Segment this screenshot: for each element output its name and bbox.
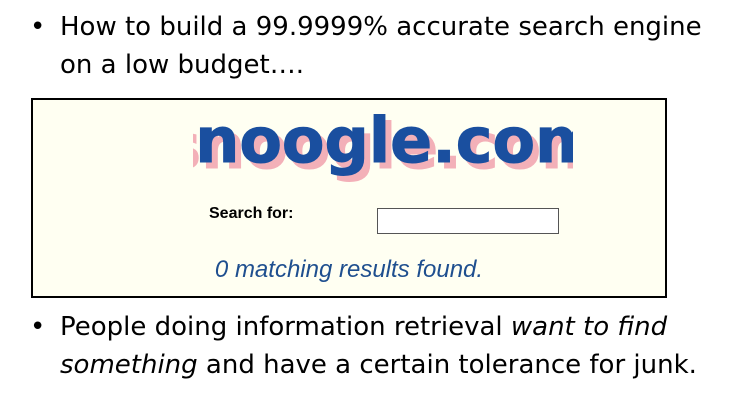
logo-text: snoogle.com (193, 104, 573, 177)
bullet-point: • People doing information retrieval wan… (30, 308, 730, 384)
bullet-text-post: and have a certain tolerance for junk. (197, 350, 697, 380)
search-label: Search for: (209, 205, 294, 222)
bullet-marker: • (30, 312, 46, 342)
results-message: 0 matching results found. (214, 256, 484, 283)
snoogle-logo: snoogle.com snoogle.com (193, 104, 573, 183)
snoogle-screenshot-frame: snoogle.com snoogle.com Search for: 0 ma… (31, 98, 667, 298)
search-input[interactable] (377, 208, 559, 234)
bullet-text: People doing information retrieval want … (60, 308, 730, 384)
bullet-marker: • (30, 12, 46, 42)
bullet-text-pre: People doing information retrieval (60, 312, 511, 342)
bullet-point: • How to build a 99.9999% accurate searc… (30, 8, 720, 84)
bullet-text: How to build a 99.9999% accurate search … (60, 12, 702, 80)
